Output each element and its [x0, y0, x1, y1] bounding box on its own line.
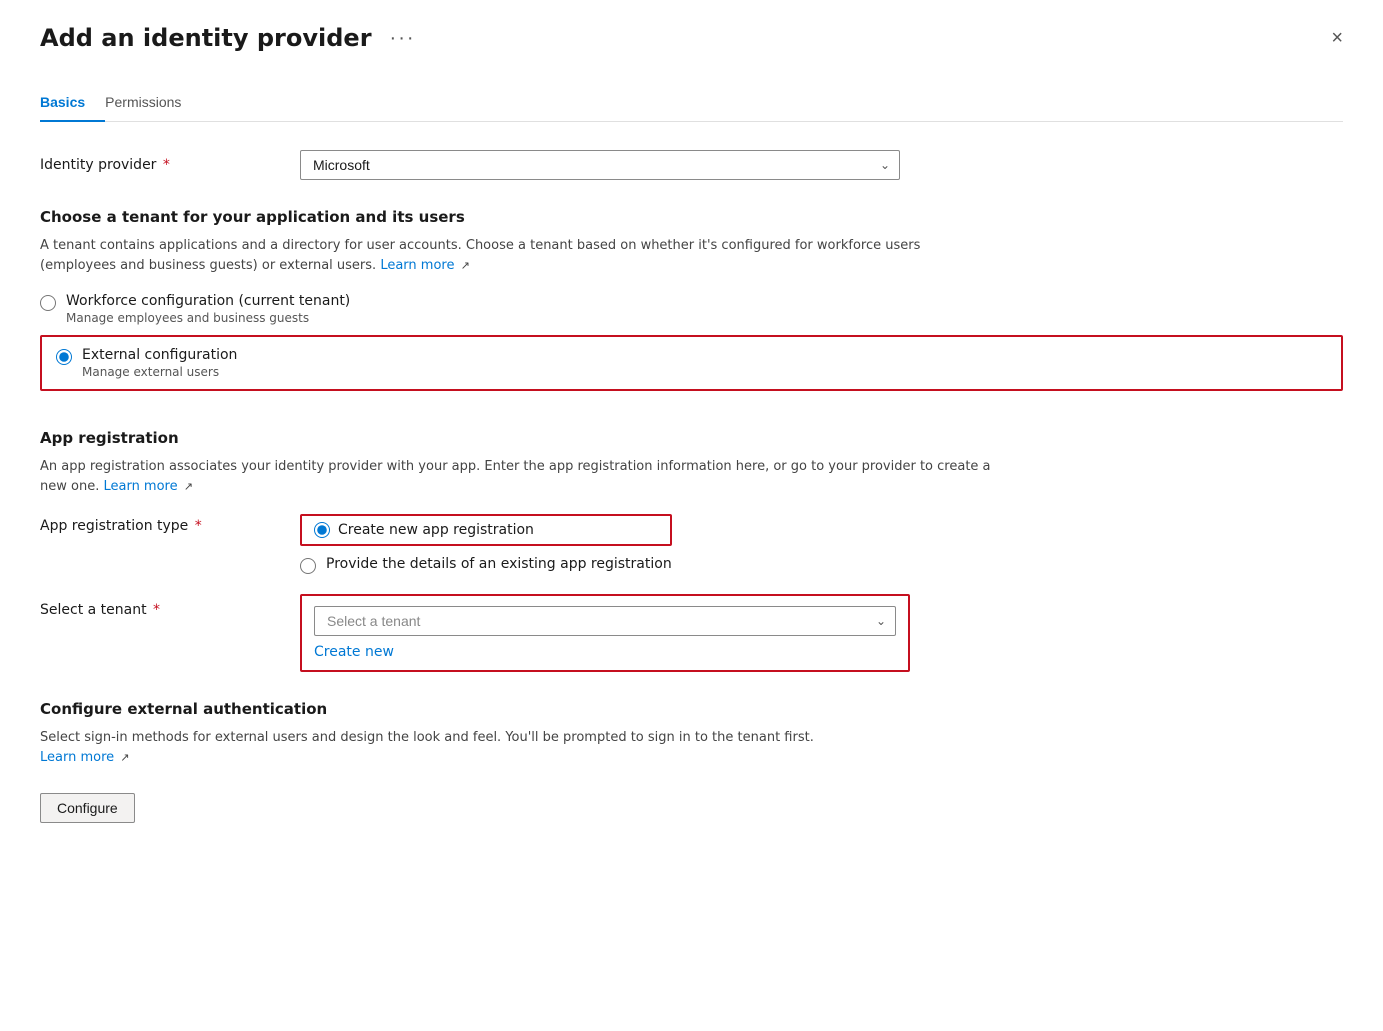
external-label: External configuration Manage external u… — [82, 347, 237, 379]
tenant-learn-more-link[interactable]: Learn more — [380, 258, 454, 273]
app-registration-section: App registration An app registration ass… — [40, 429, 1343, 672]
app-registration-desc: An app registration associates your iden… — [40, 457, 1000, 496]
identity-provider-select[interactable]: Microsoft Google Facebook GitHub Twitter — [300, 150, 900, 180]
app-reg-options: Create new app registration Provide the … — [300, 514, 672, 574]
identity-provider-select-wrapper: Microsoft Google Facebook GitHub Twitter… — [300, 150, 900, 180]
external-auth-learn-more-link[interactable]: Learn more — [40, 750, 114, 765]
app-reg-required-marker: * — [190, 518, 201, 534]
close-button[interactable]: × — [1331, 28, 1343, 48]
external-auth-title: Configure external authentication — [40, 700, 1343, 718]
page-title: Add an identity provider — [40, 24, 372, 52]
tenant-section-title: Choose a tenant for your application and… — [40, 208, 1343, 226]
workforce-label: Workforce configuration (current tenant)… — [66, 293, 350, 325]
tenant-required-marker: * — [149, 602, 160, 618]
configure-button[interactable]: Configure — [40, 793, 135, 823]
header-left: Add an identity provider ··· — [40, 24, 422, 52]
tab-basics[interactable]: Basics — [40, 84, 105, 122]
workforce-radio[interactable] — [40, 295, 56, 311]
external-link-icon: ↗ — [461, 259, 470, 272]
app-reg-type-row: App registration type * Create new app r… — [40, 514, 1343, 574]
create-new-tenant-link[interactable]: Create new — [314, 644, 896, 660]
create-new-radio[interactable] — [314, 522, 330, 538]
tenant-section-desc: A tenant contains applications and a dir… — [40, 236, 1000, 275]
tenant-section: Choose a tenant for your application and… — [40, 208, 1343, 401]
tab-bar: Basics Permissions — [40, 84, 1343, 122]
dialog-header: Add an identity provider ··· × — [40, 24, 1343, 52]
app-reg-learn-more-link[interactable]: Learn more — [103, 479, 177, 494]
tab-permissions[interactable]: Permissions — [105, 84, 201, 122]
required-marker: * — [158, 157, 169, 173]
external-auth-link-icon: ↗ — [120, 751, 129, 764]
select-tenant-label: Select a tenant * — [40, 594, 300, 618]
external-auth-desc: Select sign-in methods for external user… — [40, 728, 1000, 767]
existing-option[interactable]: Provide the details of an existing app r… — [300, 556, 672, 574]
app-reg-type-label: App registration type * — [40, 514, 300, 534]
external-radio[interactable] — [56, 349, 72, 365]
ellipsis-button[interactable]: ··· — [384, 25, 422, 52]
workforce-option[interactable]: Workforce configuration (current tenant)… — [40, 293, 1343, 325]
identity-provider-label: Identity provider * — [40, 157, 300, 173]
select-tenant-wrapper: Select a tenant ⌄ — [314, 606, 896, 636]
select-tenant-row: Select a tenant * Select a tenant ⌄ Crea… — [40, 594, 1343, 672]
tenant-radio-group: Workforce configuration (current tenant)… — [40, 293, 1343, 401]
create-new-highlight[interactable]: Create new app registration — [300, 514, 672, 546]
app-reg-external-link-icon: ↗ — [184, 480, 193, 493]
identity-provider-row: Identity provider * Microsoft Google Fac… — [40, 150, 1343, 180]
external-config-highlight-box: External configuration Manage external u… — [40, 335, 1343, 391]
select-tenant-highlight-box: Select a tenant ⌄ Create new — [300, 594, 910, 672]
app-registration-title: App registration — [40, 429, 1343, 447]
select-tenant-select[interactable]: Select a tenant — [314, 606, 896, 636]
existing-radio[interactable] — [300, 558, 316, 574]
external-auth-section: Configure external authentication Select… — [40, 700, 1343, 823]
